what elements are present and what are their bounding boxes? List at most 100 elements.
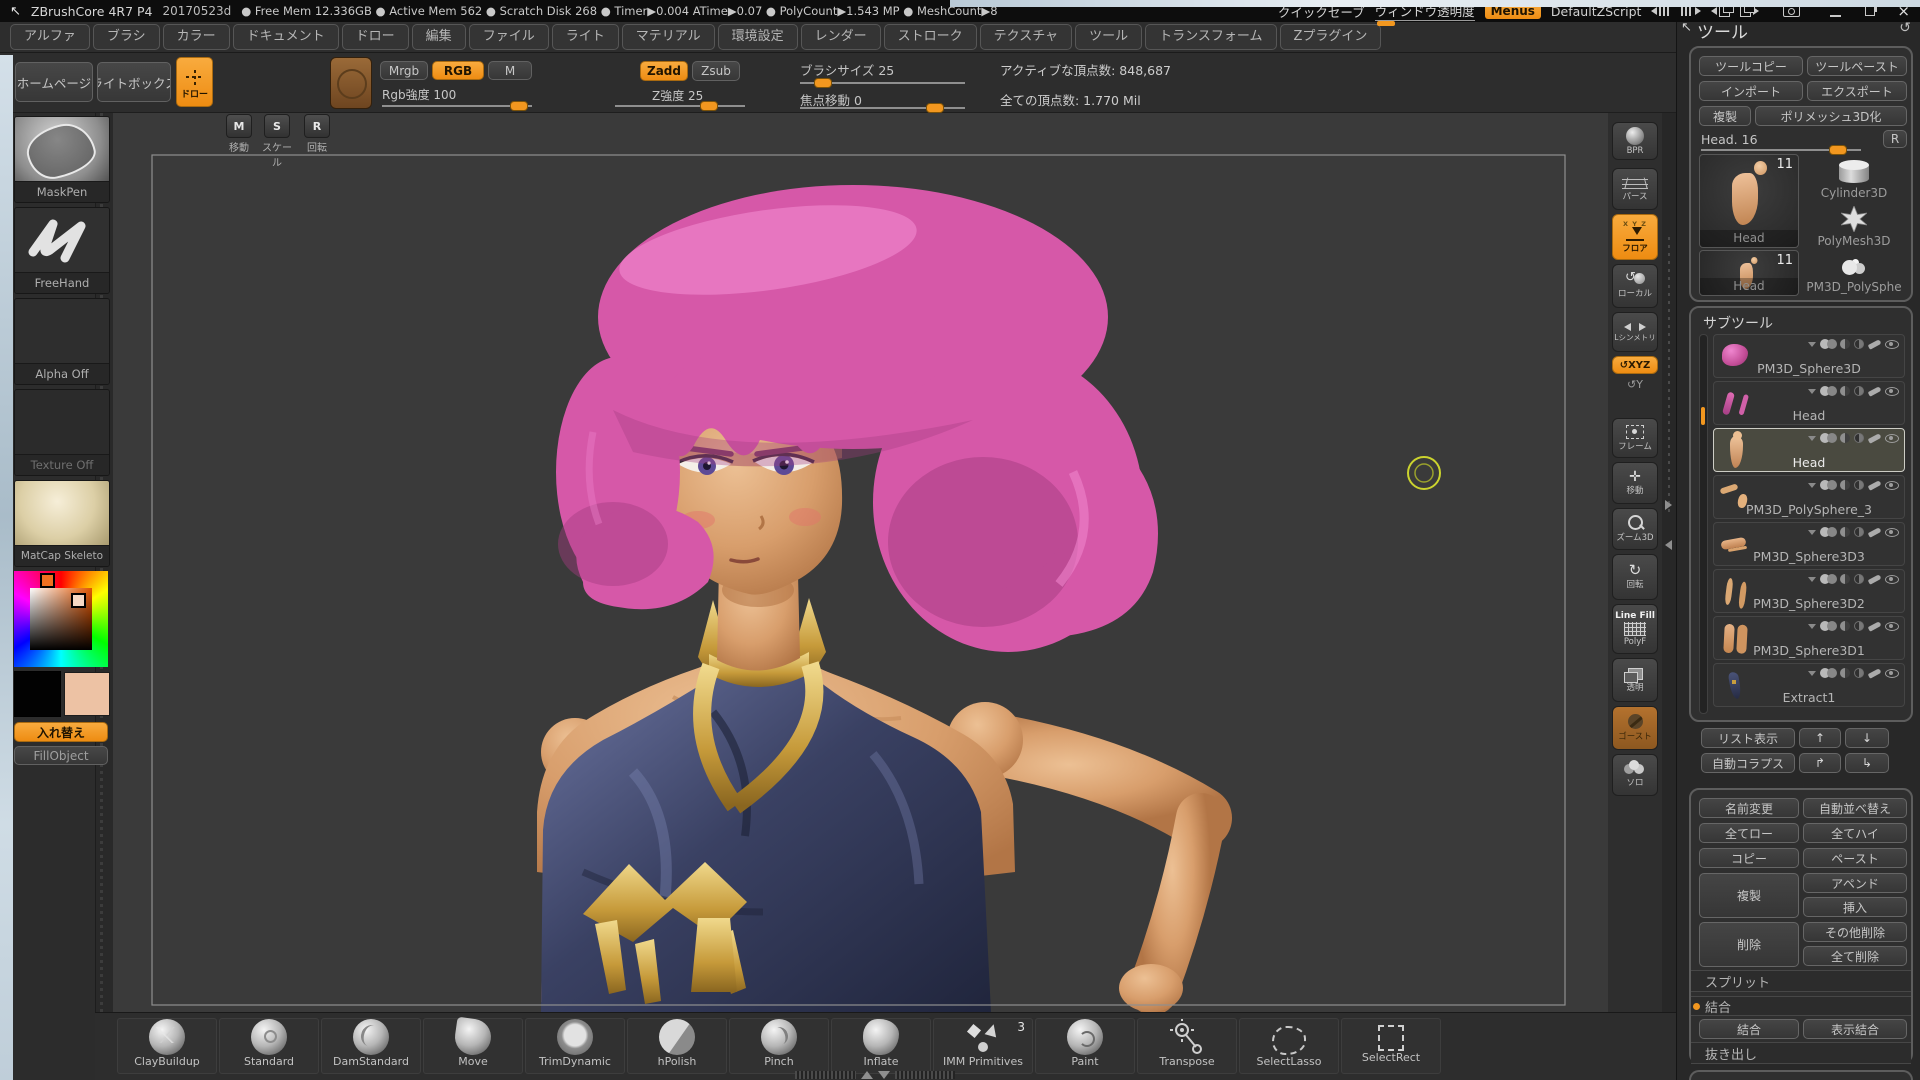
subtool-item[interactable]: PM3D_PolySphere_3 (1713, 475, 1905, 519)
subtool-icon-row[interactable] (1808, 386, 1899, 396)
subtool-scroll-handle[interactable] (1701, 407, 1705, 425)
color-picker[interactable] (14, 571, 108, 667)
polypaint-icon[interactable] (1820, 433, 1836, 443)
rgb-intensity-knob[interactable] (510, 101, 528, 111)
shade-icon[interactable] (1840, 668, 1850, 678)
polypaint-icon[interactable] (1820, 668, 1836, 678)
shade-icon[interactable] (1840, 433, 1850, 443)
copy-button[interactable]: コピー (1699, 848, 1799, 868)
frame-button[interactable]: フレーム (1612, 418, 1658, 458)
polypaint-icon[interactable] (1820, 527, 1836, 537)
refresh-icon[interactable]: ↺ (1899, 20, 1911, 36)
bpr-render-button[interactable]: BPR (1612, 122, 1658, 160)
fill-object-button[interactable]: FillObject (14, 746, 108, 765)
collapse-arrow-icon[interactable] (1808, 389, 1816, 394)
menu-tab[interactable]: マテリアル (622, 24, 715, 50)
visibility-eye-icon[interactable] (1885, 434, 1899, 443)
visibility-eye-icon[interactable] (1885, 575, 1899, 584)
delete-all-button[interactable]: 全て削除 (1803, 946, 1907, 966)
paint-icon[interactable] (1868, 621, 1882, 631)
menu-tab[interactable]: カラー (163, 24, 230, 50)
polypaint-icon[interactable] (1820, 386, 1836, 396)
subtool-item[interactable]: PM3D_Sphere3D2 (1713, 569, 1905, 613)
subtool-item[interactable]: PM3D_Sphere3D1 (1713, 616, 1905, 660)
menu-tab[interactable]: アルファ (10, 24, 90, 50)
move-up-button[interactable]: ↑ (1799, 728, 1841, 748)
export-button[interactable]: エクスポート (1807, 81, 1907, 101)
brush-slot[interactable]: Move (423, 1018, 523, 1074)
draw-mode-button[interactable]: ドロー (176, 57, 213, 107)
clone-button[interactable]: 複製 (1699, 106, 1751, 126)
tool-paste-button[interactable]: ツールペースト (1807, 56, 1907, 76)
brush-slot[interactable]: Pinch (729, 1018, 829, 1074)
active-tool-thumbnail[interactable]: 11 Head (1699, 154, 1799, 248)
paint-icon[interactable] (1868, 574, 1882, 584)
sculpt-canvas[interactable] (113, 112, 1608, 1012)
import-button[interactable]: インポート (1699, 81, 1803, 101)
mrgb-button[interactable]: Mrgb (380, 61, 428, 80)
rotate-view-button[interactable]: ↻ 回転 (1612, 554, 1658, 600)
visibility-eye-icon[interactable] (1885, 481, 1899, 490)
close-button[interactable]: × (1897, 6, 1910, 16)
menu-tab[interactable]: 編集 (412, 24, 466, 50)
subtool-icon-row[interactable] (1808, 668, 1899, 678)
brush-size-knob[interactable] (814, 78, 832, 88)
list-view-button[interactable]: リスト表示 (1701, 728, 1795, 748)
menu-tab[interactable]: ライト (552, 24, 619, 50)
solo-button[interactable]: ソロ (1612, 754, 1658, 796)
paste-button[interactable]: ペースト (1803, 848, 1907, 868)
z-intensity-slider[interactable] (615, 105, 745, 107)
current-matcap-button[interactable]: MatCap Skeleto (14, 480, 110, 567)
delete-other-button[interactable]: その他削除 (1803, 922, 1907, 942)
subtool-icon-row[interactable] (1808, 339, 1899, 349)
make-polymesh3d-button[interactable]: ポリメッシュ3D化 (1755, 106, 1907, 126)
auto-reorder-button[interactable]: 自動並べ替え (1803, 798, 1907, 818)
menu-tab[interactable]: ドキュメント (233, 24, 339, 50)
scale-mode-button[interactable]: S スケール (258, 114, 296, 169)
restore-button[interactable] (1865, 6, 1875, 16)
redo-history-icon[interactable] (1740, 6, 1759, 17)
difference-icon[interactable] (1854, 386, 1864, 396)
main-color-swatch[interactable] (14, 671, 61, 717)
subtool-scrollbar[interactable] (1699, 334, 1708, 714)
right-tray-divider[interactable] (1662, 112, 1676, 1012)
subtool-item[interactable]: Extract1 (1713, 663, 1905, 707)
subtool-icon-row[interactable] (1808, 527, 1899, 537)
subtool-item[interactable]: Head (1713, 381, 1905, 425)
merge-down-button[interactable]: 結合 (1699, 1019, 1799, 1039)
current-texture-button[interactable]: Texture Off (14, 389, 110, 476)
polypaint-icon[interactable] (1820, 339, 1836, 349)
menu-tab[interactable]: テクスチャ (980, 24, 1072, 50)
polypaint-icon[interactable] (1820, 480, 1836, 490)
brush-slot[interactable]: hPolish (627, 1018, 727, 1074)
brush-slot[interactable]: ClayBuildup (117, 1018, 217, 1074)
brush-slot[interactable]: Transpose (1137, 1018, 1237, 1074)
zadd-button[interactable]: Zadd (640, 61, 688, 81)
shift-down-button[interactable]: ↳ (1845, 753, 1889, 773)
minimize-button[interactable] (1830, 6, 1841, 17)
shade-icon[interactable] (1840, 386, 1850, 396)
shade-icon[interactable] (1840, 339, 1850, 349)
menu-tab[interactable]: ストローク (884, 24, 977, 50)
difference-icon[interactable] (1854, 621, 1864, 631)
rename-button[interactable]: 名前変更 (1699, 798, 1799, 818)
menu-tab[interactable]: レンダー (801, 24, 881, 50)
duplicate-button[interactable]: 複製 (1699, 873, 1799, 918)
split-section-header[interactable]: スプリット (1691, 970, 1911, 992)
paint-icon[interactable] (1868, 386, 1882, 396)
insert-button[interactable]: 挿入 (1803, 897, 1907, 917)
all-low-button[interactable]: 全てロー (1699, 823, 1799, 843)
focal-shift-slider[interactable] (800, 107, 965, 109)
collapse-arrow-icon[interactable] (1808, 671, 1816, 676)
polypaint-icon[interactable] (1820, 621, 1836, 631)
all-high-button[interactable]: 全てハイ (1803, 823, 1907, 843)
current-stroke-button[interactable]: FreeHand (14, 207, 110, 294)
local-transform-button[interactable]: ローカル (1612, 264, 1658, 308)
subtool-icon-row[interactable] (1808, 433, 1899, 443)
sv-marker[interactable] (71, 593, 86, 608)
shade-icon[interactable] (1840, 480, 1850, 490)
menu-tab[interactable]: Zプラグイン (1280, 24, 1382, 50)
shade-icon[interactable] (1840, 527, 1850, 537)
rotate-mode-button[interactable]: R 回転 (298, 114, 336, 154)
collapse-arrow-icon[interactable] (1808, 624, 1816, 629)
